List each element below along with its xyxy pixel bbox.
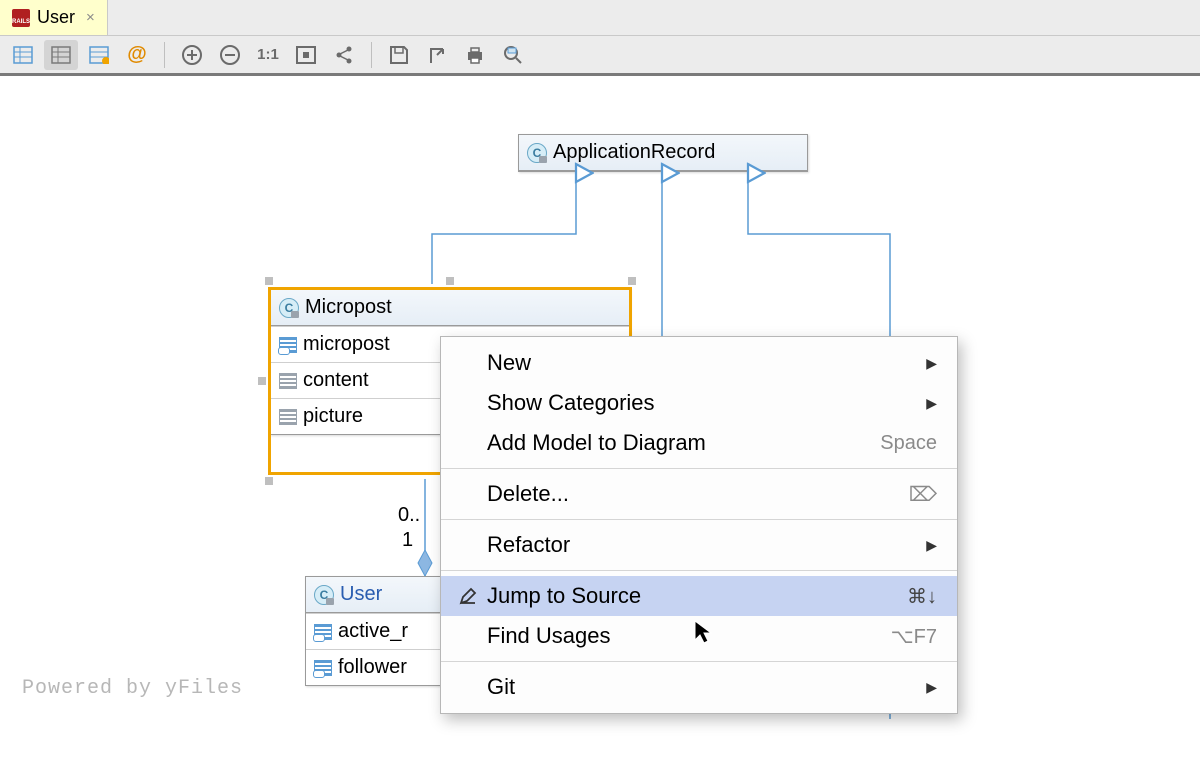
toolbar-separator bbox=[371, 42, 372, 68]
zoom-in-icon[interactable] bbox=[175, 40, 209, 70]
class-icon: C bbox=[527, 143, 547, 163]
menu-separator bbox=[441, 570, 957, 571]
class-icon: C bbox=[314, 585, 334, 605]
toolbar-layout1-icon[interactable] bbox=[6, 40, 40, 70]
tab-bar: RAILS User × bbox=[0, 0, 1200, 36]
menu-jump-to-source[interactable]: Jump to Source⌘↓ bbox=[441, 576, 957, 616]
link-column-icon bbox=[314, 660, 332, 676]
pencil-icon bbox=[459, 587, 487, 605]
menu-separator bbox=[441, 661, 957, 662]
menu-find-usages[interactable]: Find Usages⌥F7 bbox=[441, 616, 957, 656]
save-icon[interactable] bbox=[382, 40, 416, 70]
toolbar-at-icon[interactable]: @ bbox=[120, 40, 154, 70]
toolbar-separator bbox=[164, 42, 165, 68]
column-icon bbox=[279, 409, 297, 425]
entity-title: User bbox=[340, 583, 382, 606]
menu-show-categories[interactable]: Show Categories▶ bbox=[441, 383, 957, 423]
menu-separator bbox=[441, 468, 957, 469]
entity-application-record[interactable]: C ApplicationRecord bbox=[518, 134, 808, 172]
close-icon[interactable]: × bbox=[86, 9, 95, 26]
toolbar: @ 1:1 bbox=[0, 36, 1200, 76]
menu-add-model[interactable]: Add Model to DiagramSpace bbox=[441, 423, 957, 463]
menu-refactor[interactable]: Refactor▶ bbox=[441, 525, 957, 565]
context-menu: New▶ Show Categories▶ Add Model to Diagr… bbox=[440, 336, 958, 714]
selection-handle[interactable] bbox=[446, 277, 454, 285]
menu-new[interactable]: New▶ bbox=[441, 343, 957, 383]
column-icon bbox=[279, 373, 297, 389]
entity-field: active_r bbox=[338, 620, 408, 643]
toolbar-layout3-icon[interactable] bbox=[82, 40, 116, 70]
toolbar-layout2-icon[interactable] bbox=[44, 40, 78, 70]
export-icon[interactable] bbox=[420, 40, 454, 70]
entity-field: micropost bbox=[303, 333, 390, 356]
entity-title: ApplicationRecord bbox=[553, 141, 715, 164]
link-column-icon bbox=[314, 624, 332, 640]
cardinality-top: 0.. bbox=[398, 504, 420, 527]
selection-handle[interactable] bbox=[628, 277, 636, 285]
entity-field: picture bbox=[303, 405, 363, 428]
cardinality-bottom: 1 bbox=[402, 529, 413, 552]
selection-handle[interactable] bbox=[265, 277, 273, 285]
print-icon[interactable] bbox=[458, 40, 492, 70]
menu-separator bbox=[441, 519, 957, 520]
share-icon[interactable] bbox=[327, 40, 361, 70]
menu-git[interactable]: Git▶ bbox=[441, 667, 957, 707]
entity-field: follower bbox=[338, 656, 407, 679]
tab-user[interactable]: RAILS User × bbox=[0, 0, 108, 35]
menu-delete[interactable]: Delete...⌦ bbox=[441, 474, 957, 514]
zoom-out-icon[interactable] bbox=[213, 40, 247, 70]
inspect-icon[interactable] bbox=[496, 40, 530, 70]
selection-handle[interactable] bbox=[258, 377, 266, 385]
fit-screen-icon[interactable] bbox=[289, 40, 323, 70]
entity-title: Micropost bbox=[305, 296, 392, 319]
class-icon: C bbox=[279, 298, 299, 318]
one-to-one-icon[interactable]: 1:1 bbox=[251, 40, 285, 70]
selection-handle[interactable] bbox=[265, 477, 273, 485]
watermark: Powered by yFiles bbox=[22, 677, 243, 700]
rails-icon: RAILS bbox=[12, 9, 30, 27]
link-column-icon bbox=[279, 337, 297, 353]
tab-title: User bbox=[37, 7, 75, 28]
entity-field: content bbox=[303, 369, 369, 392]
